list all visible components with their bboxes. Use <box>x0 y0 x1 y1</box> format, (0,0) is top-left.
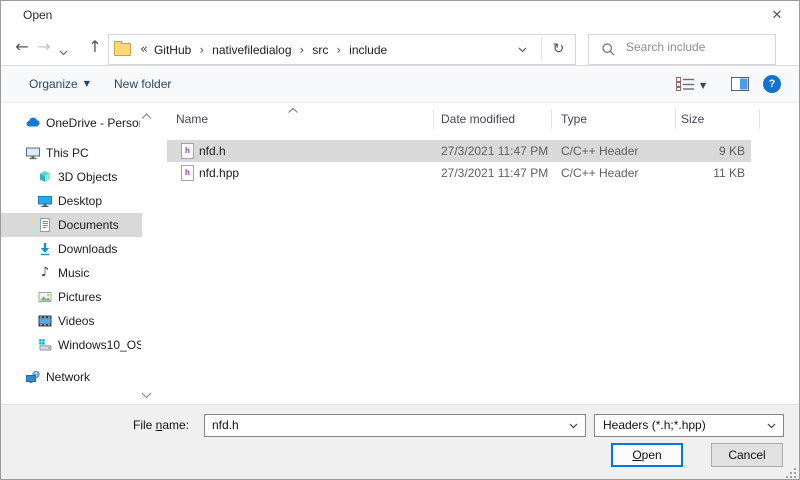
search-input[interactable] <box>624 39 768 55</box>
organize-button[interactable]: Organize▼ <box>29 66 90 102</box>
resize-grip[interactable] <box>785 467 797 479</box>
desktop-icon <box>37 193 53 209</box>
computer-icon <box>25 145 41 161</box>
new-folder-button[interactable]: New folder <box>114 66 171 102</box>
refresh-icon: ↻ <box>553 41 565 57</box>
breadcrumb-separator-icon: › <box>300 43 305 57</box>
chevron-down-icon <box>141 392 152 399</box>
address-bar[interactable]: « GitHub › nativefiledialog › src › incl… <box>108 34 576 65</box>
document-icon <box>37 217 53 233</box>
breadcrumb-item-nativefiledialog[interactable]: nativefiledialog <box>210 43 293 57</box>
close-button[interactable]: ✕ <box>764 5 790 27</box>
column-divider[interactable] <box>675 109 676 129</box>
column-divider[interactable] <box>433 109 434 129</box>
chevron-down-icon <box>767 423 776 429</box>
folder-icon <box>114 43 131 56</box>
sidebar-item-windows10-os[interactable]: Windows10_OS ( <box>1 333 142 357</box>
breadcrumb-separator-icon: › <box>199 43 204 57</box>
sidebar-item-3d-objects[interactable]: 3D Objects <box>1 165 142 189</box>
sidebar-item-desktop[interactable]: Desktop <box>1 189 142 213</box>
search-icon <box>602 43 615 56</box>
file-name-label: File name: <box>133 414 189 437</box>
open-button[interactable]: Open <box>611 443 683 467</box>
refresh-button[interactable]: ↻ <box>542 35 575 64</box>
breadcrumb-separator-icon: › <box>336 43 341 57</box>
address-dropdown-button[interactable] <box>509 35 535 64</box>
sidebar-item-this-pc[interactable]: This PC <box>1 141 142 165</box>
back-button[interactable]: ← <box>11 37 33 57</box>
sidebar-item-network[interactable]: Network <box>1 365 142 389</box>
chevron-down-icon <box>569 423 578 429</box>
scrollbar-up-button[interactable] <box>141 109 152 123</box>
arrow-up-icon: ↑ <box>88 37 101 56</box>
chevron-down-icon <box>518 47 527 53</box>
details-view-icon <box>676 77 695 91</box>
music-note-icon: ♪ <box>37 265 53 281</box>
onedrive-cloud-icon <box>25 115 41 131</box>
preview-pane-icon <box>731 77 749 91</box>
network-icon <box>25 369 41 385</box>
forward-button[interactable]: → <box>34 37 54 57</box>
file-row-nfd-h[interactable]: h nfd.h 27/3/2021 11:47 PM C/C++ Header … <box>167 140 751 162</box>
sidebar-item-videos[interactable]: Videos <box>1 309 142 333</box>
cancel-button[interactable]: Cancel <box>711 443 783 467</box>
hard-drive-icon <box>37 337 53 353</box>
arrow-left-icon: ← <box>15 37 28 56</box>
close-icon: ✕ <box>772 8 783 23</box>
search-box[interactable] <box>588 34 776 65</box>
header-file-icon: h <box>181 165 194 181</box>
open-dialog: Open ✕ ← → ↑ « GitHub › nativefiledialog… <box>0 0 800 480</box>
3d-cube-icon <box>37 169 53 185</box>
preview-pane-button[interactable] <box>725 66 755 102</box>
scrollbar-down-button[interactable] <box>141 388 152 402</box>
file-name-combobox[interactable] <box>204 414 586 437</box>
column-divider[interactable] <box>551 109 552 129</box>
sort-ascending-icon <box>287 103 299 117</box>
command-bar: Organize▼ New folder ▼ ? <box>1 65 799 103</box>
sidebar-item-downloads[interactable]: Downloads <box>1 237 142 261</box>
breadcrumb-overflow[interactable]: « <box>140 42 148 57</box>
column-divider[interactable] <box>759 109 760 129</box>
column-header-size[interactable]: Size <box>681 105 704 133</box>
sidebar-item-documents[interactable]: Documents <box>1 213 142 237</box>
chevron-up-icon <box>141 113 152 120</box>
file-row-nfd-hpp[interactable]: h nfd.hpp 27/3/2021 11:47 PM C/C++ Heade… <box>167 162 751 184</box>
arrow-right-icon: → <box>37 37 50 56</box>
film-icon <box>37 313 53 329</box>
picture-icon <box>37 289 53 305</box>
breadcrumb: « GitHub › nativefiledialog › src › incl… <box>114 35 389 64</box>
recent-locations-button[interactable] <box>59 45 68 59</box>
up-button[interactable]: ↑ <box>85 37 105 57</box>
breadcrumb-item-src[interactable]: src <box>310 43 330 57</box>
help-button[interactable]: ? <box>758 66 788 102</box>
chevron-down-icon: ▼ <box>700 81 706 90</box>
chevron-down-icon <box>59 50 68 56</box>
column-header-name[interactable]: Name <box>176 105 208 133</box>
help-icon: ? <box>763 75 781 93</box>
column-header-date-modified[interactable]: Date modified <box>441 105 515 133</box>
breadcrumb-item-github[interactable]: GitHub <box>152 43 193 57</box>
sidebar-item-onedrive[interactable]: OneDrive - Person <box>1 111 142 135</box>
change-view-button[interactable]: ▼ <box>669 66 715 102</box>
window-title: Open <box>23 8 52 22</box>
dialog-footer: File name: Headers (*.h;*.hpp) Open Canc… <box>1 404 799 480</box>
sidebar-item-pictures[interactable]: Pictures <box>1 285 142 309</box>
header-file-icon: h <box>181 143 194 159</box>
column-header-type[interactable]: Type <box>561 105 587 133</box>
breadcrumb-item-include[interactable]: include <box>347 43 389 57</box>
file-name-input[interactable] <box>210 417 559 433</box>
sidebar-item-music[interactable]: ♪ Music <box>1 261 142 285</box>
chevron-down-icon: ▼ <box>84 79 90 88</box>
file-type-filter-dropdown[interactable]: Headers (*.h;*.hpp) <box>594 414 784 437</box>
download-arrow-icon <box>37 241 53 257</box>
